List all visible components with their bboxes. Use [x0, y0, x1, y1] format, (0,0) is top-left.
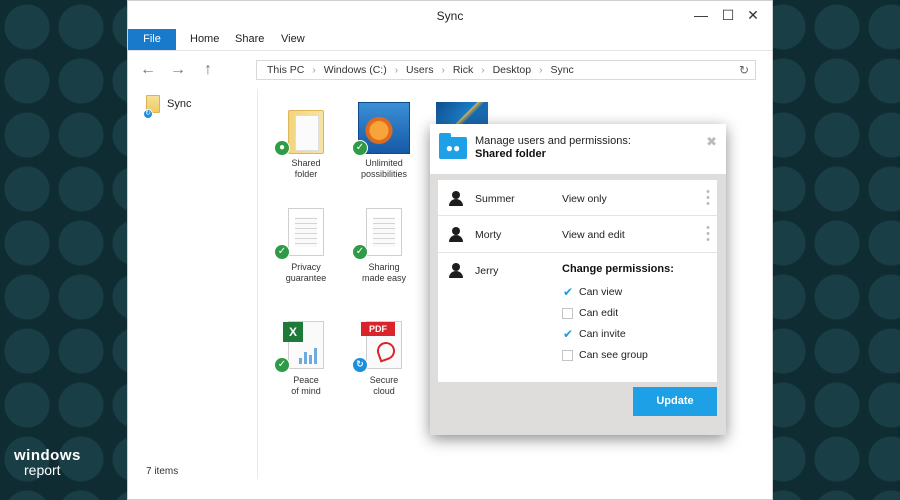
- check-badge-icon: ✓: [274, 244, 290, 260]
- file-item-secure-cloud[interactable]: PDF ↻ Secure cloud: [345, 319, 423, 397]
- excel-icon: X: [283, 321, 324, 369]
- syncing-badge-icon: ↻: [352, 357, 368, 373]
- checkbox-checked-icon[interactable]: [562, 285, 573, 299]
- file-item-unlimited-possibilities[interactable]: ✓ Unlimited possibilities: [345, 102, 423, 180]
- check-badge-icon: ✓: [274, 357, 290, 373]
- breadcrumb-windows-c[interactable]: Windows (C:): [324, 61, 387, 79]
- navigation-pane: ↻ Sync: [128, 89, 258, 479]
- update-button[interactable]: Update: [633, 387, 717, 416]
- user-name: Jerry: [475, 265, 499, 277]
- checkbox-unchecked-icon[interactable]: [562, 350, 573, 361]
- dialog-header: ●● Manage users and permissions: Shared …: [430, 124, 726, 174]
- file-caption: Secure cloud: [369, 375, 399, 396]
- address-bar[interactable]: This PC › Windows (C:) › Users › Rick › Desktop ›…: [256, 60, 756, 80]
- breadcrumb-separator: ›: [441, 65, 445, 76]
- user-name: Morty: [475, 229, 502, 241]
- check-badge-icon: ✓: [352, 140, 368, 156]
- user-row-morty[interactable]: Morty View and edit • • •: [438, 216, 717, 253]
- user-icon: [449, 191, 463, 207]
- sync-status-icon: ↻: [143, 109, 153, 119]
- ribbon-tabs: File Home Share View: [128, 29, 772, 51]
- dialog-subtitle: Shared folder: [475, 148, 546, 160]
- permissions-panel: Summer View only • • • Morty View and edit…: [438, 180, 717, 382]
- user-name: Summer: [475, 193, 515, 205]
- breadcrumb-this-pc[interactable]: This PC: [267, 61, 304, 79]
- shared-folder-users-icon: ●●: [439, 133, 467, 159]
- breadcrumb-users[interactable]: Users: [406, 61, 433, 79]
- file-item-peace-of-mind[interactable]: X ✓ Peace of mind: [267, 319, 345, 397]
- user-permission: View and edit: [562, 229, 625, 241]
- watermark-line2: report: [24, 462, 61, 478]
- user-row-summer[interactable]: Summer View only • • •: [438, 180, 717, 216]
- pdf-tag: PDF: [361, 322, 395, 336]
- checkbox-label: Can edit: [579, 307, 619, 319]
- maximize-button[interactable]: ☐: [717, 6, 739, 24]
- tab-home[interactable]: Home: [180, 29, 229, 50]
- file-item-shared-folder[interactable]: ● Shared folder: [267, 102, 345, 180]
- more-options-icon[interactable]: • • •: [706, 223, 710, 246]
- document-icon: [288, 208, 324, 256]
- shared-user-badge-icon: ●: [274, 140, 290, 156]
- file-caption: Shared folder: [291, 158, 321, 179]
- refresh-icon[interactable]: ↻: [739, 61, 749, 79]
- breadcrumb-separator: ›: [539, 65, 543, 76]
- title-bar: Sync — ☐ ✕: [128, 1, 772, 29]
- close-button[interactable]: ✕: [742, 6, 764, 24]
- change-permissions-title: Change permissions:: [562, 263, 674, 275]
- folder-icon: [288, 110, 324, 154]
- permissions-dialog: ●● Manage users and permissions: Shared …: [430, 124, 726, 435]
- checkbox-checked-icon[interactable]: [562, 327, 573, 341]
- pdf-icon: PDF: [361, 321, 402, 369]
- breadcrumb-sync[interactable]: Sync: [550, 61, 573, 79]
- check-badge-icon: ✓: [352, 244, 368, 260]
- checkbox-label: Can view: [579, 286, 623, 298]
- file-caption: Sharing made easy: [361, 262, 407, 283]
- user-row-jerry: Jerry Change permissions: Can view Can e…: [438, 253, 717, 382]
- user-icon: [449, 227, 463, 243]
- checkbox-unchecked-icon[interactable]: [562, 308, 573, 319]
- file-caption: Privacy guarantee: [285, 262, 327, 283]
- user-permission: View only: [562, 193, 607, 205]
- up-arrow-icon[interactable]: ↑: [196, 59, 220, 81]
- navigation-row: ← → ↑ This PC › Windows (C:) › Users › Rick › De…: [128, 57, 772, 83]
- file-item-privacy-guarantee[interactable]: ✓ Privacy guarantee: [267, 206, 345, 284]
- tab-file[interactable]: File: [128, 29, 176, 50]
- dialog-title: Manage users and permissions:: [475, 135, 631, 147]
- tab-view[interactable]: View: [271, 29, 315, 50]
- document-icon: [366, 208, 402, 256]
- checkbox-label: Can see group: [579, 349, 648, 361]
- window-title: Sync: [436, 9, 464, 23]
- status-item-count: 7 items: [146, 466, 179, 477]
- user-icon: [449, 263, 463, 279]
- more-options-icon[interactable]: • • •: [706, 187, 710, 210]
- windows-report-watermark: windows report: [14, 447, 81, 478]
- back-arrow-icon[interactable]: ←: [136, 59, 160, 81]
- breadcrumb-separator: ›: [312, 65, 316, 76]
- breadcrumb-separator: ›: [481, 65, 485, 76]
- breadcrumb-desktop[interactable]: Desktop: [493, 61, 532, 79]
- breadcrumb-separator: ›: [394, 65, 399, 76]
- navpane-item-label: Sync: [167, 98, 192, 110]
- close-icon[interactable]: ✖: [706, 134, 717, 150]
- breadcrumb-rick[interactable]: Rick: [453, 61, 473, 79]
- forward-arrow-icon[interactable]: →: [166, 59, 190, 81]
- file-caption: Unlimited possibilities: [360, 158, 408, 179]
- minimize-button[interactable]: —: [690, 6, 712, 24]
- checkbox-label: Can invite: [579, 328, 626, 340]
- tab-share[interactable]: Share: [225, 29, 274, 50]
- file-caption: Peace of mind: [291, 375, 321, 396]
- file-item-sharing-made-easy[interactable]: ✓ Sharing made easy: [345, 206, 423, 284]
- watermark-line1: windows: [14, 447, 81, 464]
